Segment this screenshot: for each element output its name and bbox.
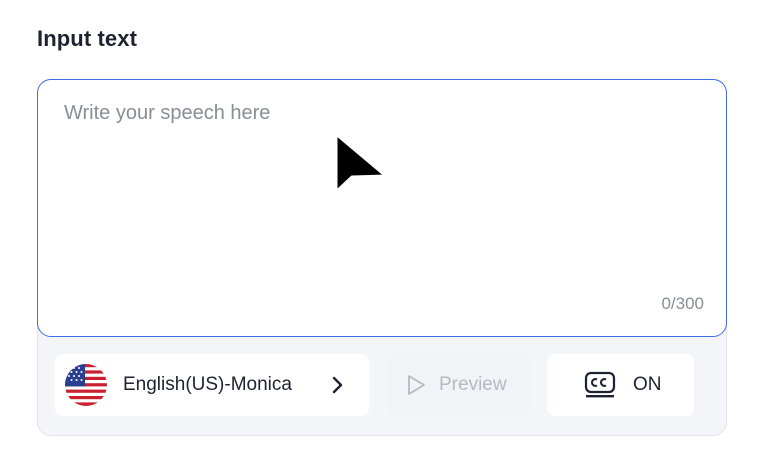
us-flag-icon <box>65 364 107 406</box>
preview-button[interactable]: Preview <box>387 354 530 416</box>
voice-selector-button[interactable]: English(US)-Monica <box>55 354 369 416</box>
speech-text-area-container: 0/300 <box>37 79 727 337</box>
play-icon <box>408 375 425 395</box>
captions-toggle-button[interactable]: ON <box>547 354 694 416</box>
chevron-right-icon <box>332 376 343 394</box>
section-title: Input text <box>37 26 137 51</box>
voice-label: English(US)-Monica <box>123 374 292 395</box>
character-counter: 0/300 <box>661 294 704 313</box>
mouse-cursor-icon <box>334 132 388 194</box>
preview-label: Preview <box>439 374 507 395</box>
closed-captions-icon <box>584 371 616 398</box>
captions-state-label: ON <box>633 374 662 395</box>
